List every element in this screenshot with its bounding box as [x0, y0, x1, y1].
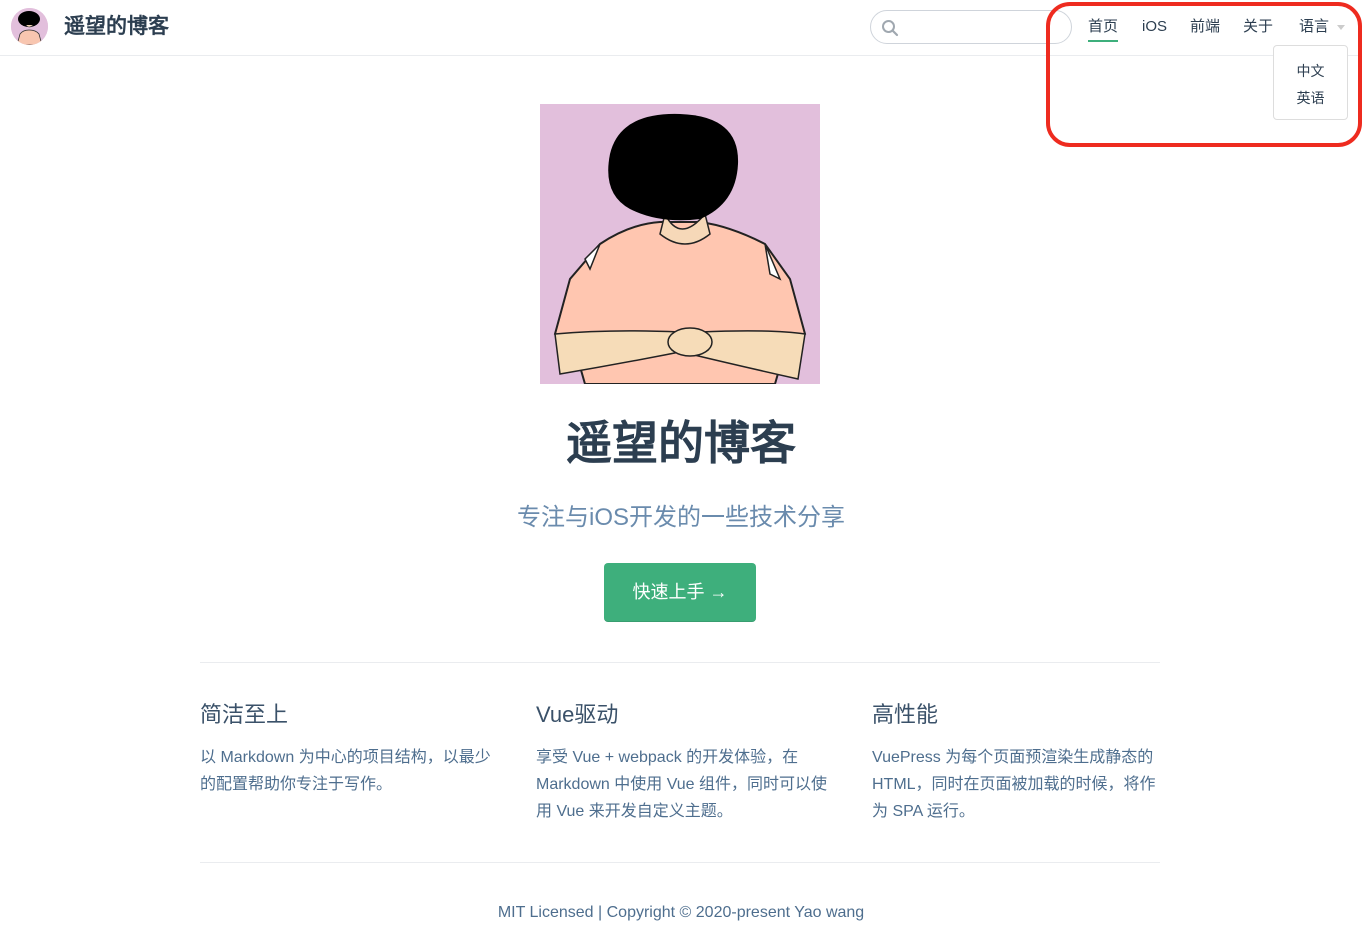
footer-divider [200, 862, 1160, 863]
feature-details: 享受 Vue + webpack 的开发体验，在 Markdown 中使用 Vu… [536, 749, 828, 820]
feature-vue-powered: Vue驱动 享受 Vue + webpack 的开发体验，在 Markdown … [536, 700, 828, 825]
site-logo[interactable] [11, 8, 48, 45]
feature-title: 简洁至上 [200, 702, 289, 727]
navbar: 遥望的博客 首页 iOS 前端 关于 语言 中文 英语 [0, 0, 1362, 120]
nav-link-home[interactable]: 首页 [1088, 16, 1119, 42]
nav-link-about[interactable]: 关于 [1243, 16, 1273, 38]
language-option-chinese[interactable]: 中文 [1274, 58, 1347, 85]
get-started-button[interactable]: 快速上手 → [604, 563, 756, 622]
feature-title: 高性能 [872, 702, 939, 727]
site-title[interactable]: 遥望的博客 [64, 12, 169, 42]
hero-title: 遥望的博客 [566, 417, 796, 469]
search-box[interactable] [870, 10, 1072, 44]
language-dropdown-menu: 中文 英语 [1273, 45, 1348, 120]
nav-link-frontend[interactable]: 前端 [1190, 16, 1220, 38]
feature-details: 以 Markdown 为中心的项目结构，以最少的配置帮助你专注于写作。 [200, 749, 491, 793]
feature-title: Vue驱动 [536, 702, 619, 727]
feature-performance: 高性能 VuePress 为每个页面预渲染生成静态的 HTML，同时在页面被加载… [872, 700, 1164, 825]
dropdown-caret-icon[interactable] [1337, 25, 1345, 30]
search-input[interactable] [905, 15, 1065, 39]
feature-simplicity: 简洁至上 以 Markdown 为中心的项目结构，以最少的配置帮助你专注于写作。 [200, 700, 492, 798]
footer-copyright: MIT Licensed | Copyright © 2020-present … [497, 904, 865, 921]
hero-image [540, 104, 820, 384]
nav-link-ios[interactable]: iOS [1142, 16, 1167, 38]
hero-divider [200, 662, 1160, 663]
hero-description: 专注与iOS开发的一些技术分享 [516, 504, 845, 531]
language-dropdown-toggle[interactable]: 语言 [1299, 16, 1329, 38]
search-icon [882, 20, 899, 37]
language-option-english[interactable]: 英语 [1274, 85, 1347, 112]
feature-details: VuePress 为每个页面预渲染生成静态的 HTML，同时在页面被加载的时候，… [872, 749, 1156, 820]
